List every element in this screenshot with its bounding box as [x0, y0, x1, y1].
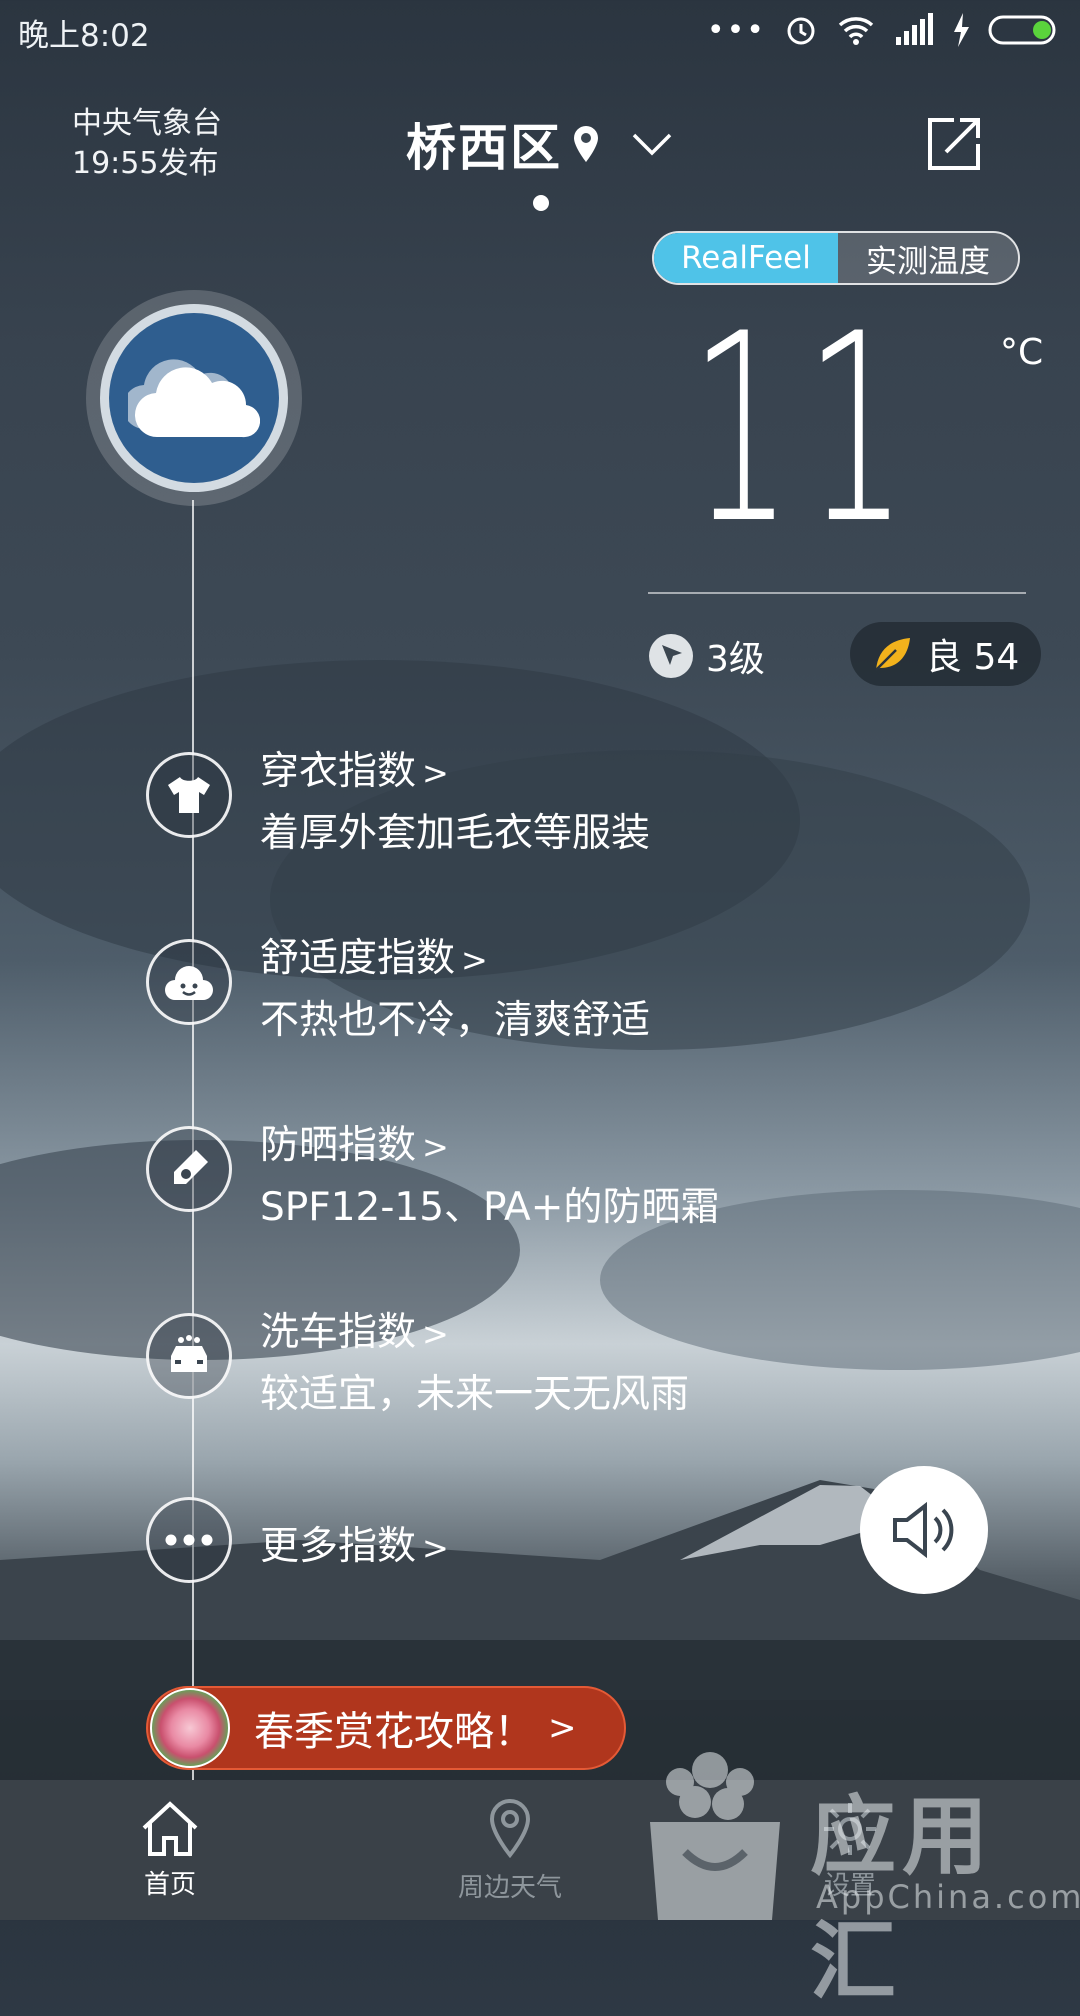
battery-icon [988, 15, 1056, 45]
weather-badge-inner [109, 313, 279, 483]
wifi-icon [838, 17, 874, 45]
voice-broadcast-button[interactable] [860, 1466, 988, 1594]
appchina-watermark: 应用汇 AppChina.com [640, 1742, 1080, 2012]
more-icon [146, 1497, 232, 1583]
signal-icon [896, 13, 933, 45]
measured-temp-tab[interactable]: 实测温度 [838, 233, 1018, 283]
wind-direction-icon [649, 634, 693, 678]
nav-label: 首页 [143, 1869, 196, 1900]
nav-nearby[interactable]: 周边天气 [340, 1780, 680, 1920]
promo-banner[interactable]: 春季赏花攻略！ > [146, 1686, 626, 1770]
wind-level: 3级 [706, 639, 765, 680]
city-selector[interactable]: 桥西区 [0, 108, 1080, 180]
home-icon [142, 1800, 198, 1856]
watermark-site: AppChina.com [816, 1878, 1080, 1916]
index-title: 穿衣指数 > [260, 749, 449, 794]
weather-badge[interactable] [86, 290, 302, 506]
status-time: 晚上8:02 [18, 18, 150, 54]
chevron-down-icon[interactable] [630, 129, 674, 159]
leaf-icon [875, 638, 910, 671]
index-title: 更多指数 > [260, 1524, 449, 1569]
index-desc: 不热也不冷，清爽舒适 [260, 998, 651, 1043]
temperature-mode-toggle[interactable]: RealFeel 实测温度 [652, 231, 1020, 285]
realfeel-tab[interactable]: RealFeel [654, 233, 838, 283]
location-pin-icon [574, 126, 598, 162]
promo-chevron: > [548, 1708, 577, 1748]
index-desc: 较适宜，未来一天无风雨 [260, 1372, 690, 1417]
index-desc: SPF12-15、PA+的防晒霜 [260, 1185, 720, 1230]
speaker-icon [893, 1501, 954, 1559]
page-indicator [533, 195, 549, 211]
cloud-icon [128, 359, 260, 438]
index-item-carwash[interactable]: 洗车指数 > 较适宜，未来一天无风雨 [146, 1310, 1046, 1417]
alarm-icon [787, 17, 815, 45]
smiley-icon [146, 939, 232, 1025]
index-item-clothing[interactable]: 穿衣指数 > 着厚外套加毛衣等服装 [146, 749, 1046, 856]
nav-home[interactable]: 首页 [0, 1780, 340, 1920]
index-item-sunscreen[interactable]: 防晒指数 > SPF12-15、PA+的防晒霜 [146, 1123, 1046, 1230]
location-icon [489, 1798, 531, 1858]
aqi-value: 良 54 [926, 637, 1020, 678]
index-item-comfort[interactable]: 舒适度指数 > 不热也不冷，清爽舒适 [146, 936, 1046, 1043]
sunscreen-icon [146, 1126, 232, 1212]
charging-icon [954, 13, 969, 47]
tshirt-icon [146, 752, 232, 838]
share-icon[interactable] [924, 114, 984, 174]
flower-icon [150, 1688, 230, 1768]
temperature-divider [648, 592, 1026, 594]
status-icons: ••• [707, 10, 1060, 50]
index-title: 舒适度指数 > [260, 936, 488, 981]
weather-badge-ring [100, 304, 288, 492]
promo-label: 春季赏花攻略！ [254, 1709, 534, 1755]
index-title: 洗车指数 > [260, 1310, 449, 1355]
nav-label: 周边天气 [457, 1872, 562, 1903]
current-temperature: 11 [690, 279, 920, 581]
status-bar: 晚上8:02 ••• [0, 0, 1080, 60]
car-wash-icon [146, 1313, 232, 1399]
more-dots-icon: ••• [706, 12, 766, 48]
temperature-unit: °C [1000, 332, 1044, 373]
city-name[interactable]: 桥西区 [406, 108, 562, 180]
wind-info: 3级 [648, 630, 765, 682]
appchina-logo-icon [650, 1752, 780, 1920]
air-quality-badge[interactable]: 良 54 [850, 622, 1042, 686]
index-desc: 着厚外套加毛衣等服装 [260, 811, 651, 856]
index-title: 防晒指数 > [260, 1123, 449, 1168]
